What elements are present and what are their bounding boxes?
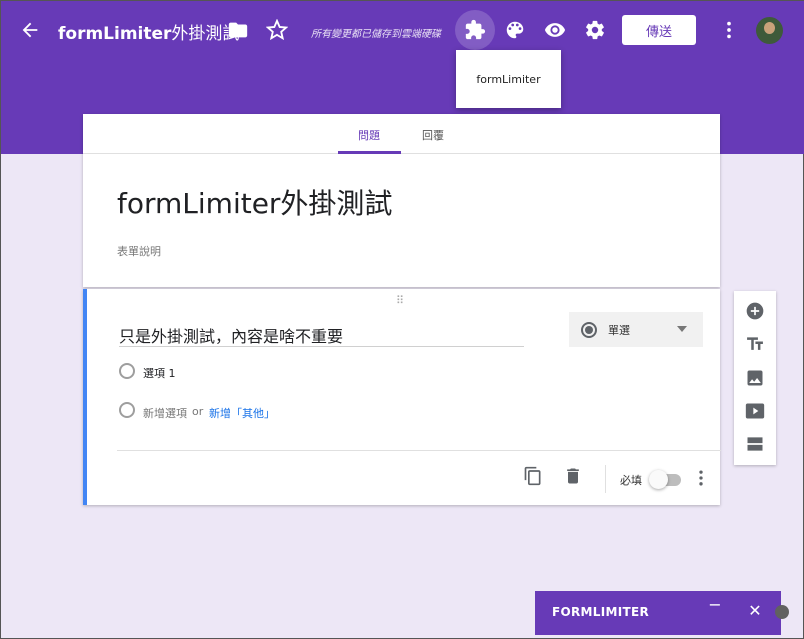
palette-icon[interactable]	[495, 10, 535, 50]
option-label[interactable]: 選項 1	[143, 365, 176, 381]
delete-trash-icon[interactable]	[561, 464, 585, 488]
form-header-card: 問題 回覆 formLimiter外掛測試 表單說明	[83, 114, 720, 287]
addon-menu-item-formlimiter[interactable]: formLimiter	[476, 73, 540, 86]
addon-menu: formLimiter	[456, 50, 561, 108]
required-toggle-knob[interactable]	[649, 470, 668, 489]
add-other-link[interactable]: 新增「其他」	[209, 405, 275, 421]
radio-button-icon	[581, 321, 597, 338]
add-image-icon[interactable]	[743, 366, 767, 390]
or-label: or	[192, 405, 204, 418]
add-video-icon[interactable]	[743, 399, 767, 423]
question-type-select[interactable]: 單選	[569, 312, 703, 347]
add-title-icon[interactable]	[743, 332, 767, 356]
add-section-icon[interactable]	[743, 432, 767, 456]
form-description-field[interactable]: 表單說明	[117, 243, 161, 259]
back-arrow-icon[interactable]	[10, 10, 50, 50]
form-name[interactable]: formLimiter外掛測試	[58, 19, 239, 44]
footer-separator	[605, 465, 606, 493]
more-vert-icon[interactable]	[709, 10, 749, 50]
tab-questions[interactable]: 問題	[358, 127, 380, 143]
close-icon[interactable]: ✕	[745, 601, 765, 621]
settings-gear-icon[interactable]	[575, 10, 615, 50]
avatar[interactable]	[756, 17, 783, 44]
saved-status-note: 所有變更都已儲存到雲端硬碟	[311, 29, 441, 40]
question-type-label: 單選	[608, 323, 630, 337]
top-bar: formLimiter外掛測試 所有變更都已儲存到雲端硬碟 傳送	[1, 1, 804, 59]
duplicate-icon[interactable]	[521, 464, 545, 488]
add-option-radio-icon	[119, 402, 135, 418]
footer-divider	[117, 450, 721, 451]
active-tab-indicator	[338, 151, 401, 154]
formlimiter-panel: FORMLIMITER − ✕	[535, 591, 781, 635]
question-title[interactable]: 只是外掛測試，內容是啥不重要	[119, 323, 524, 347]
side-toolbar	[734, 291, 776, 465]
folder-icon[interactable]	[218, 10, 258, 50]
preview-eye-icon[interactable]	[535, 10, 575, 50]
minimize-icon[interactable]: −	[705, 595, 725, 615]
tab-bar: 問題 回覆	[83, 114, 720, 154]
add-option-link[interactable]: 新增選項	[143, 405, 187, 421]
required-label: 必填	[620, 474, 642, 487]
send-button[interactable]: 傳送	[622, 15, 696, 45]
question-more-vert-icon[interactable]	[689, 466, 713, 490]
panel-title: FORMLIMITER	[552, 605, 650, 619]
chevron-down-icon	[677, 326, 687, 332]
help-fab-icon[interactable]	[775, 605, 789, 619]
question-card[interactable]: ⠿ 只是外掛測試，內容是啥不重要 單選 選項 1 新增選項 or 新增「其他」 …	[83, 289, 721, 505]
tab-responses[interactable]: 回覆	[422, 127, 444, 143]
drag-handle-icon[interactable]: ⠿	[396, 294, 405, 307]
option-radio-icon	[119, 363, 135, 379]
addon-puzzle-icon[interactable]	[455, 10, 495, 50]
add-question-icon[interactable]	[743, 299, 767, 323]
star-icon[interactable]	[257, 10, 297, 50]
form-name-latin: formLimiter	[58, 24, 172, 44]
form-title[interactable]: formLimiter外掛測試	[117, 182, 392, 222]
